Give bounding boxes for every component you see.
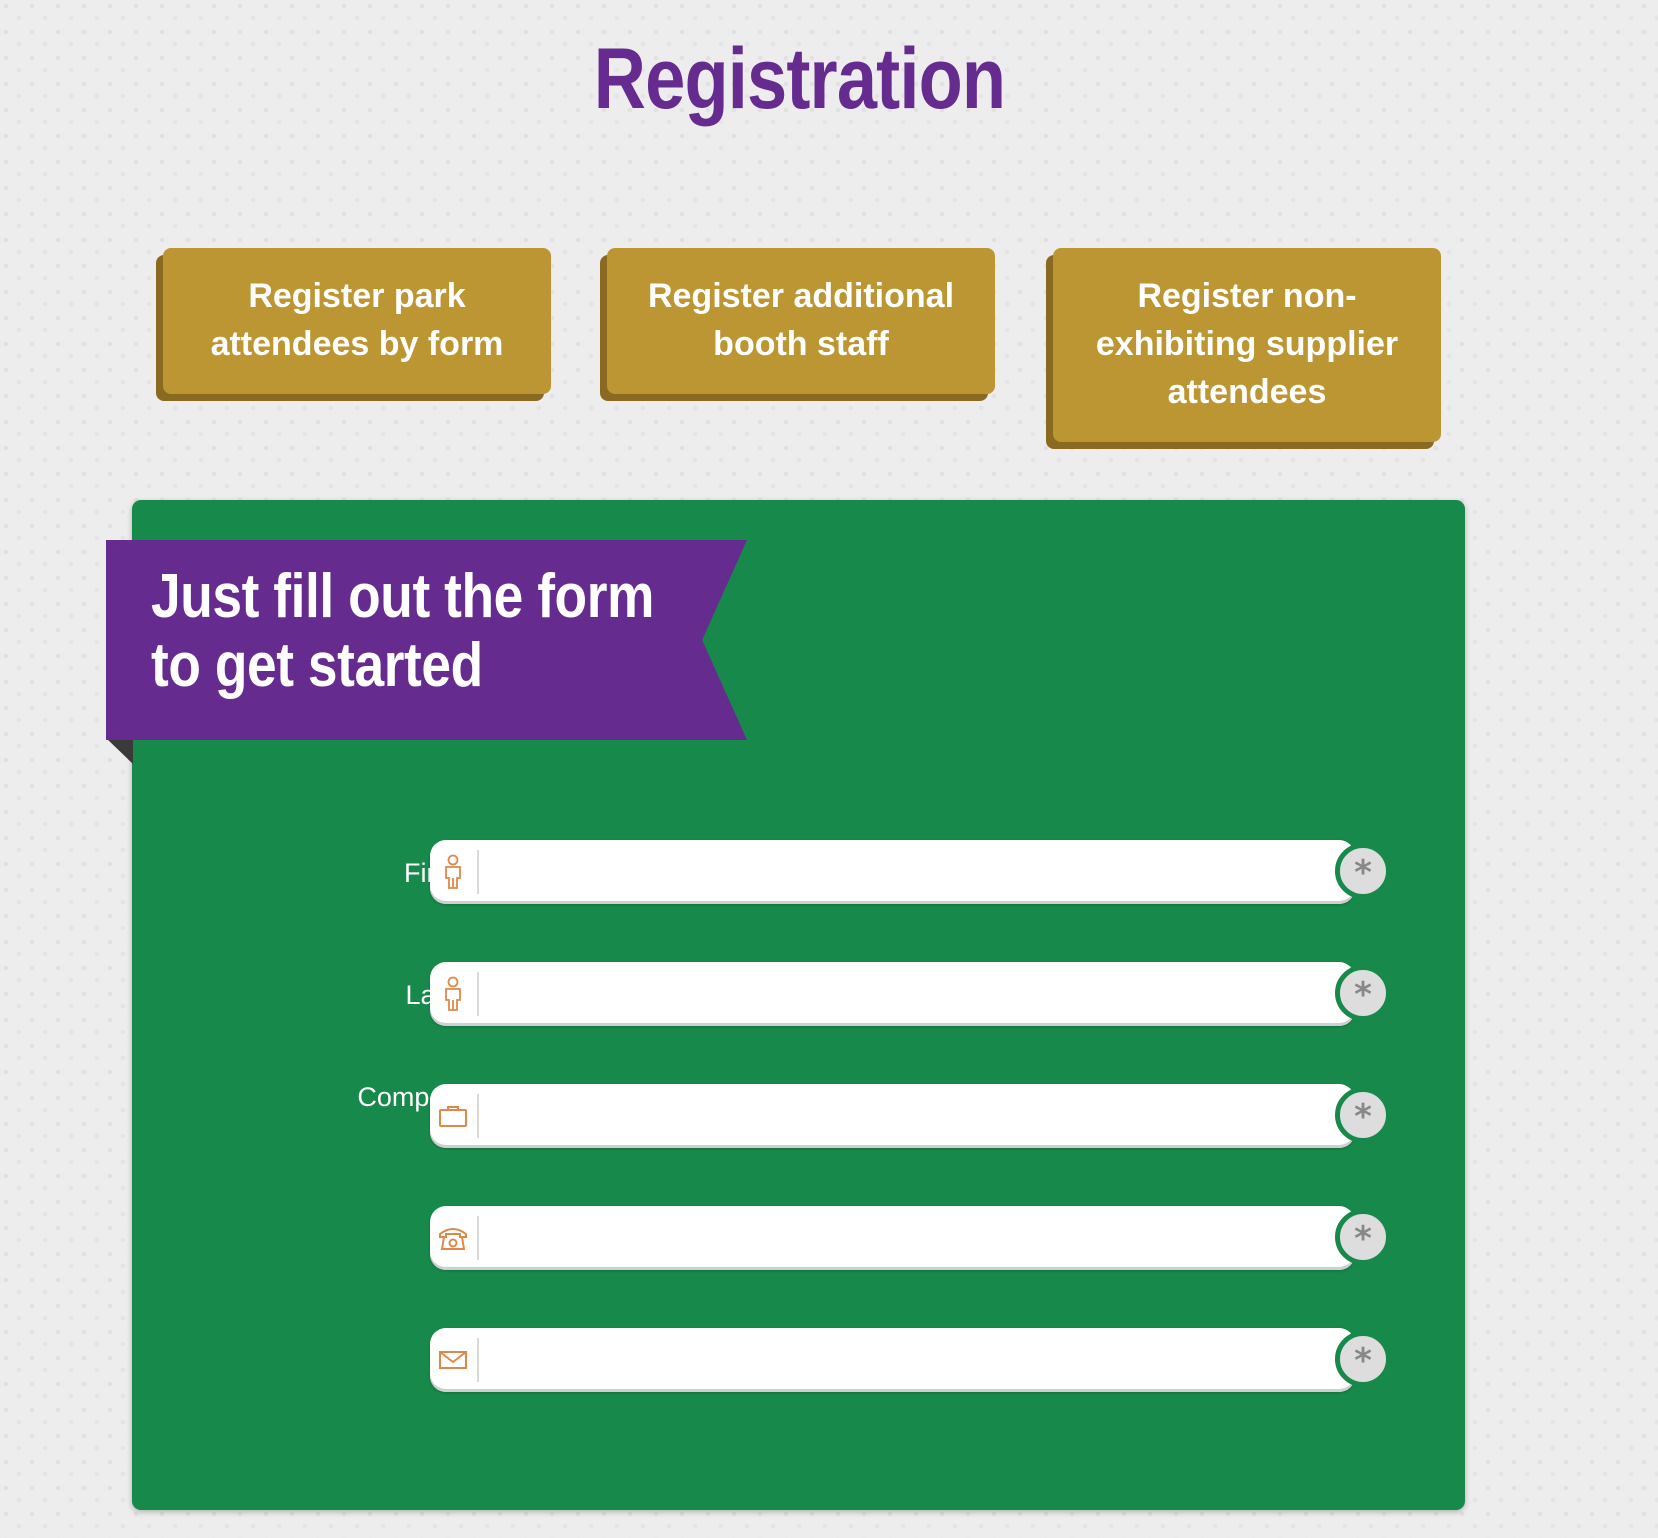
field-separator <box>477 1094 479 1138</box>
envelope-icon <box>438 1342 468 1378</box>
last-name-row: Last Name * <box>132 962 1465 1026</box>
company-park-name-row: Company/Park Name * <box>132 1082 1465 1150</box>
first-name-field-wrapper[interactable] <box>430 840 1355 904</box>
email-field-wrapper[interactable] <box>430 1328 1355 1392</box>
company-park-name-field-wrapper[interactable] <box>430 1084 1355 1148</box>
phone-input[interactable] <box>486 1212 1320 1264</box>
first-name-input[interactable] <box>486 846 1320 898</box>
first-name-row: First Name * <box>132 840 1465 904</box>
required-asterisk-icon: * <box>1335 1331 1391 1387</box>
email-row: Email * <box>132 1328 1465 1392</box>
form-banner: Just fill out the form to get started <box>106 540 747 740</box>
company-park-name-input[interactable] <box>486 1090 1320 1142</box>
phone-row: Phone * <box>132 1206 1465 1270</box>
required-asterisk-icon: * <box>1335 1087 1391 1143</box>
form-banner-text: Just fill out the form to get started <box>151 562 654 700</box>
ribbon-fold <box>106 738 133 764</box>
required-asterisk-icon: * <box>1335 1209 1391 1265</box>
last-name-input[interactable] <box>486 968 1320 1020</box>
required-asterisk-icon: * <box>1335 965 1391 1021</box>
person-icon <box>438 976 468 1012</box>
page-title: Registration <box>593 31 1006 127</box>
phone-field-wrapper[interactable] <box>430 1206 1355 1270</box>
last-name-field-wrapper[interactable] <box>430 962 1355 1026</box>
field-separator <box>477 1338 479 1382</box>
email-input[interactable] <box>486 1334 1320 1386</box>
field-separator <box>477 1216 479 1260</box>
field-separator <box>477 850 479 894</box>
register-booth-staff-button[interactable]: Register additional booth staff <box>607 248 995 394</box>
phone-icon <box>438 1220 468 1256</box>
briefcase-icon <box>438 1098 468 1134</box>
person-icon <box>438 854 468 890</box>
required-asterisk-icon: * <box>1335 843 1391 899</box>
register-supplier-attendees-button[interactable]: Register non-exhibiting supplier attende… <box>1053 248 1441 442</box>
field-separator <box>477 972 479 1016</box>
register-park-attendees-button[interactable]: Register park attendees by form <box>163 248 551 394</box>
